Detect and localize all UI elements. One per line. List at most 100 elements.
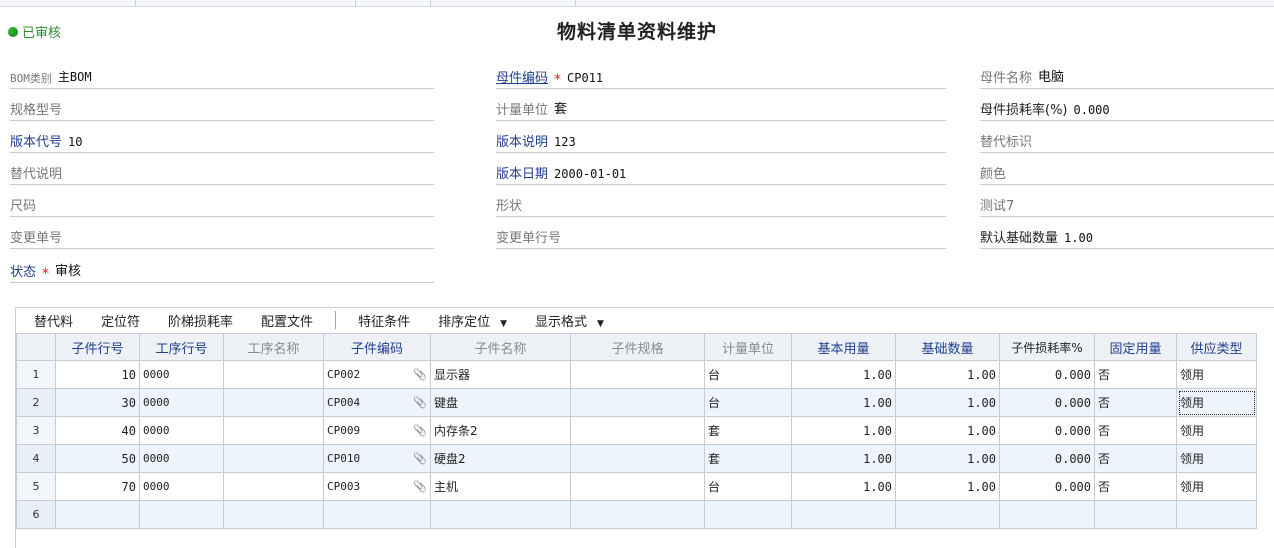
- paperclip-icon[interactable]: 📎: [413, 452, 427, 465]
- operation-line-cell[interactable]: [139, 500, 224, 529]
- supply-type-cell[interactable]: [1176, 500, 1257, 529]
- fixed-usage-cell[interactable]: [1094, 500, 1177, 529]
- child-line-cell[interactable]: 40: [55, 416, 140, 445]
- fixed-usage-cell[interactable]: 否: [1094, 444, 1177, 473]
- child-line-cell[interactable]: [55, 500, 140, 529]
- column-header[interactable]: 子件名称: [430, 333, 571, 361]
- paperclip-icon[interactable]: 📎: [413, 396, 427, 409]
- unit-cell[interactable]: 台: [704, 388, 792, 417]
- parent-code-label[interactable]: 母件编码: [496, 67, 548, 88]
- child-code-cell[interactable]: CP003 📎: [323, 472, 431, 501]
- column-header[interactable]: 固定用量: [1094, 333, 1177, 361]
- table-row[interactable]: 1 10 0000 CP002 📎 显示器 台 1.00 1.00 0.000 否…: [16, 360, 1257, 389]
- child-name-cell[interactable]: [430, 500, 571, 529]
- child-line-cell[interactable]: 50: [55, 444, 140, 473]
- column-header[interactable]: 子件行号: [55, 333, 140, 361]
- paperclip-icon[interactable]: 📎: [413, 424, 427, 437]
- substitute-flag-field[interactable]: 替代标识: [980, 130, 1274, 153]
- version-date-field[interactable]: 版本日期 2000-01-01: [496, 162, 946, 185]
- base-qty-cell[interactable]: 1.00: [895, 388, 1000, 417]
- operation-name-cell[interactable]: [223, 360, 324, 389]
- change-no-field[interactable]: 变更单号: [10, 226, 434, 249]
- child-code-cell[interactable]: CP002 📎: [323, 360, 431, 389]
- operation-name-cell[interactable]: [223, 388, 324, 417]
- state-field[interactable]: 状态 * 审核: [10, 260, 434, 283]
- child-loss-cell[interactable]: 0.000: [999, 388, 1095, 417]
- child-code-cell[interactable]: CP004 📎: [323, 388, 431, 417]
- child-loss-cell[interactable]: 0.000: [999, 416, 1095, 445]
- base-qty-cell[interactable]: 1.00: [895, 360, 1000, 389]
- basic-usage-cell[interactable]: 1.00: [791, 416, 896, 445]
- test7-field[interactable]: 测试7: [980, 194, 1274, 217]
- table-row[interactable]: 5 70 0000 CP003 📎 主机 台 1.00 1.00 0.000 否 …: [16, 472, 1257, 501]
- operation-name-cell[interactable]: [223, 416, 324, 445]
- supply-type-cell[interactable]: 领用: [1176, 416, 1257, 445]
- supply-type-cell[interactable]: 领用: [1176, 444, 1257, 473]
- feature-condition-button[interactable]: 特征条件: [344, 311, 424, 330]
- change-line-field[interactable]: 变更单行号: [496, 226, 946, 249]
- child-line-cell[interactable]: 70: [55, 472, 140, 501]
- operation-line-cell[interactable]: 0000: [139, 360, 224, 389]
- unit-cell[interactable]: [704, 500, 792, 529]
- parent-code-field[interactable]: 母件编码 * CP011: [496, 66, 946, 89]
- child-code-cell[interactable]: CP010 📎: [323, 444, 431, 473]
- size-field[interactable]: 尺码: [10, 194, 434, 217]
- config-file-button[interactable]: 配置文件: [247, 311, 327, 330]
- child-name-cell[interactable]: 键盘: [430, 388, 571, 417]
- spec-model-field[interactable]: 规格型号: [10, 98, 434, 121]
- fixed-usage-cell[interactable]: 否: [1094, 388, 1177, 417]
- column-header[interactable]: 工序行号: [139, 333, 224, 361]
- child-loss-cell[interactable]: 0.000: [999, 444, 1095, 473]
- basic-usage-cell[interactable]: 1.00: [791, 388, 896, 417]
- version-desc-field[interactable]: 版本说明 123: [496, 130, 946, 153]
- ladder-loss-button[interactable]: 阶梯损耗率: [154, 311, 247, 330]
- child-loss-cell[interactable]: [999, 500, 1095, 529]
- base-qty-cell[interactable]: 1.00: [895, 444, 1000, 473]
- display-format-button[interactable]: 显示格式 ▼: [521, 311, 618, 330]
- table-row[interactable]: 4 50 0000 CP010 📎 硬盘2 套 1.00 1.00 0.000 否…: [16, 444, 1257, 473]
- table-row[interactable]: 3 40 0000 CP009 📎 内存条2 套 1.00 1.00 0.000 …: [16, 416, 1257, 445]
- column-header[interactable]: 子件规格: [570, 333, 705, 361]
- child-name-cell[interactable]: 硬盘2: [430, 444, 571, 473]
- child-name-cell[interactable]: 主机: [430, 472, 571, 501]
- basic-usage-cell[interactable]: 1.00: [791, 360, 896, 389]
- child-line-cell[interactable]: 10: [55, 360, 140, 389]
- column-header[interactable]: 基本用量: [791, 333, 896, 361]
- sort-locate-button[interactable]: 排序定位 ▼: [424, 311, 521, 330]
- base-qty-cell[interactable]: 1.00: [895, 472, 1000, 501]
- substitute-button[interactable]: 替代料: [16, 311, 87, 330]
- child-loss-cell[interactable]: 0.000: [999, 360, 1095, 389]
- fixed-usage-cell[interactable]: 否: [1094, 416, 1177, 445]
- substitute-desc-field[interactable]: 替代说明: [10, 162, 434, 185]
- parent-loss-field[interactable]: 母件损耗率(%) 0.000: [980, 98, 1274, 121]
- child-spec-cell[interactable]: [570, 472, 705, 501]
- operation-line-cell[interactable]: 0000: [139, 388, 224, 417]
- fixed-usage-cell[interactable]: 否: [1094, 472, 1177, 501]
- child-line-cell[interactable]: 30: [55, 388, 140, 417]
- supply-type-cell[interactable]: 领用: [1176, 472, 1257, 501]
- unit-cell[interactable]: 套: [704, 416, 792, 445]
- bom-type-field[interactable]: BOM类别 主BOM: [10, 66, 434, 89]
- locator-button[interactable]: 定位符: [87, 311, 154, 330]
- supply-type-cell[interactable]: 领用: [1176, 360, 1257, 389]
- operation-line-cell[interactable]: 0000: [139, 444, 224, 473]
- column-header[interactable]: 子件编码: [323, 333, 431, 361]
- version-code-field[interactable]: 版本代号 10: [10, 130, 434, 153]
- unit-cell[interactable]: 套: [704, 444, 792, 473]
- operation-line-cell[interactable]: 0000: [139, 416, 224, 445]
- child-spec-cell[interactable]: [570, 360, 705, 389]
- paperclip-icon[interactable]: 📎: [413, 480, 427, 493]
- column-header[interactable]: 供应类型: [1176, 333, 1257, 361]
- child-code-cell[interactable]: CP009 📎: [323, 416, 431, 445]
- child-spec-cell[interactable]: [570, 416, 705, 445]
- column-header[interactable]: 工序名称: [223, 333, 324, 361]
- operation-name-cell[interactable]: [223, 472, 324, 501]
- operation-name-cell[interactable]: [223, 444, 324, 473]
- unit-cell[interactable]: 台: [704, 360, 792, 389]
- parent-name-field[interactable]: 母件名称 电脑: [980, 66, 1274, 89]
- child-name-cell[interactable]: 内存条2: [430, 416, 571, 445]
- child-spec-cell[interactable]: [570, 444, 705, 473]
- column-header[interactable]: 子件损耗率%: [999, 333, 1095, 361]
- default-base-qty-field[interactable]: 默认基础数量 1.00: [980, 226, 1274, 249]
- child-loss-cell[interactable]: 0.000: [999, 472, 1095, 501]
